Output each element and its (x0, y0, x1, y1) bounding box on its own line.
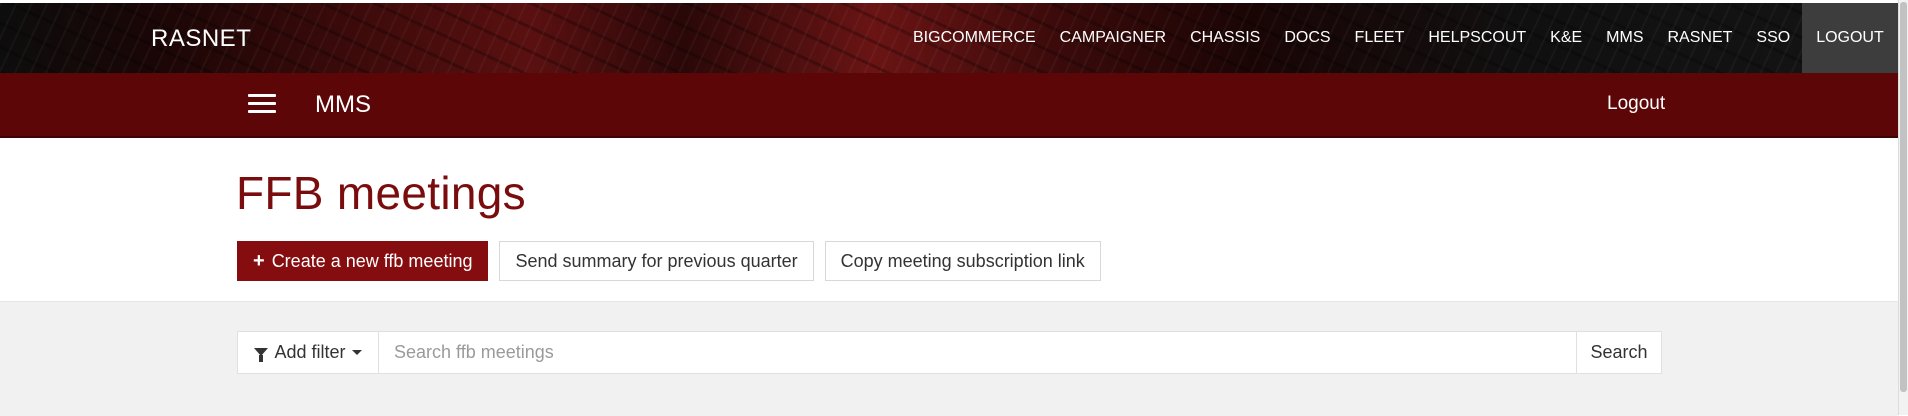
add-filter-label: Add filter (274, 342, 346, 362)
create-meeting-label: Create a new ffb meeting (271, 250, 473, 271)
copy-subscription-link-button[interactable]: Copy meeting subscription link (824, 241, 1101, 281)
send-summary-label: Send summary for previous quarter (515, 250, 798, 271)
action-buttons: + Create a new ffb meeting Send summary … (237, 241, 1101, 281)
app-navbar: MMS Logout (0, 73, 1898, 138)
top-navbar: RASNET BIGCOMMERCE CAMPAIGNER CHASSIS DO… (0, 3, 1898, 73)
search-input[interactable] (379, 332, 1576, 373)
copy-subscription-link-label: Copy meeting subscription link (840, 250, 1085, 271)
send-summary-button[interactable]: Send summary for previous quarter (499, 241, 814, 281)
topnav-link-sso[interactable]: SSO (1744, 3, 1802, 73)
page-title: FFB meetings (236, 167, 526, 219)
funnel-icon (254, 347, 269, 362)
topnav-link-bigcommerce[interactable]: BIGCOMMERCE (901, 3, 1048, 73)
topnav-link-fleet[interactable]: FLEET (1343, 3, 1417, 73)
logout-link[interactable]: Logout (1607, 93, 1665, 115)
page-scrollbar[interactable] (1898, 0, 1908, 415)
caret-down-icon (351, 350, 362, 355)
topnav-links: BIGCOMMERCE CAMPAIGNER CHASSIS DOCS FLEE… (901, 3, 1898, 73)
create-meeting-button[interactable]: + Create a new ffb meeting (237, 241, 489, 281)
add-filter-dropdown[interactable]: Add filter (238, 332, 379, 373)
topnav-link-rasnet[interactable]: RASNET (1655, 3, 1744, 73)
scrollbar-thumb[interactable] (1900, 2, 1907, 392)
topnav-link-logout[interactable]: LOGOUT (1802, 3, 1898, 73)
app-title[interactable]: MMS (315, 91, 371, 119)
topnav-link-ke[interactable]: K&E (1538, 3, 1594, 73)
brand-logo[interactable]: RASNET (151, 25, 251, 53)
search-button[interactable]: Search (1576, 332, 1661, 373)
filter-bar: Add filter Search (237, 331, 1662, 374)
topnav-link-campaigner[interactable]: CAMPAIGNER (1048, 3, 1178, 73)
topnav-link-docs[interactable]: DOCS (1272, 3, 1342, 73)
plus-icon: + (253, 249, 265, 272)
topnav-link-chassis[interactable]: CHASSIS (1178, 3, 1272, 73)
hamburger-icon[interactable] (248, 94, 278, 114)
topnav-link-mms[interactable]: MMS (1594, 3, 1655, 73)
topnav-link-helpscout[interactable]: HELPSCOUT (1416, 3, 1538, 73)
